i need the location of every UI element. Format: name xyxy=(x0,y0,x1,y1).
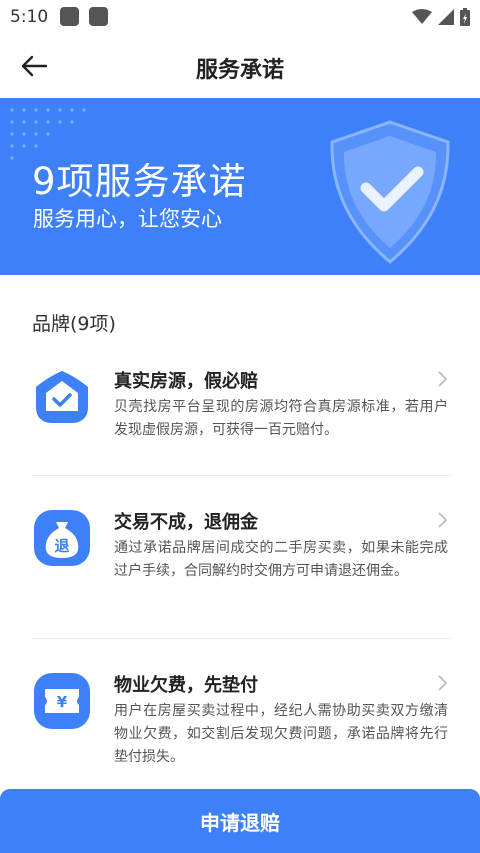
promise-item[interactable]: ¥ 物业欠费，先垫付 用户在房屋买卖过程中，经纪人需协助买卖双方缴清物业欠费，如… xyxy=(32,671,452,771)
signal-icon xyxy=(438,9,454,25)
item-description: 通过承诺品牌居间成交的二手房买卖，如果未能完成过户手续，合同解约时交佣方可申请退… xyxy=(114,540,448,579)
notification-icon xyxy=(89,7,108,26)
apply-refund-button[interactable]: 申请退赔 xyxy=(0,789,480,853)
divider xyxy=(32,475,452,476)
chevron-right-icon xyxy=(438,512,448,528)
app-bar: 服务承诺 xyxy=(0,34,480,98)
status-time: 5:10 xyxy=(10,7,49,27)
item-description: 用户在房屋买卖过程中，经纪人需协助买卖双方缴清物业欠费，如交割后发现欠费问题，承… xyxy=(114,703,448,765)
promise-item[interactable]: 真实房源，假必赔 贝壳找房平台呈现的房源均符合真房源标准，若用户发现虚假房源，可… xyxy=(32,367,452,447)
item-description: 贝壳找房平台呈现的房源均符合真房源标准，若用户发现虚假房源，可获得一百元赔付。 xyxy=(114,399,448,438)
divider xyxy=(32,638,452,639)
icon-text: ¥ xyxy=(57,693,68,711)
promise-item[interactable]: 退 交易不成，退佣金 通过承诺品牌居间成交的二手房买卖，如果未能完成过户手续，合… xyxy=(32,508,452,608)
banner-title: 9项服务承诺 xyxy=(32,160,247,203)
item-title: 交易不成，退佣金 xyxy=(114,512,258,533)
money-bag-icon: 退 xyxy=(34,510,90,566)
battery-icon xyxy=(460,8,470,26)
section-title: 品牌(9项) xyxy=(32,313,116,335)
item-title: 真实房源，假必赔 xyxy=(114,371,258,392)
notification-icon xyxy=(60,7,79,26)
promise-list: 品牌(9项) 真实房源，假必赔 贝壳找房平台呈现的房源均符合真房源标准，若用户发… xyxy=(0,275,480,795)
ticket-yen-icon: ¥ xyxy=(34,673,90,729)
chevron-right-icon xyxy=(438,371,448,387)
status-bar: 5:10 xyxy=(0,0,480,34)
house-check-icon xyxy=(36,371,88,423)
page-title: 服务承诺 xyxy=(195,58,284,83)
shield-check-icon xyxy=(330,120,450,264)
icon-text: 退 xyxy=(54,537,69,555)
banner-subtitle: 服务用心，让您安心 xyxy=(33,207,222,231)
promise-banner: 9项服务承诺 服务用心，让您安心 xyxy=(0,98,480,275)
wifi-icon xyxy=(412,9,432,24)
item-title: 物业欠费，先垫付 xyxy=(114,675,258,696)
chevron-right-icon xyxy=(438,675,448,691)
